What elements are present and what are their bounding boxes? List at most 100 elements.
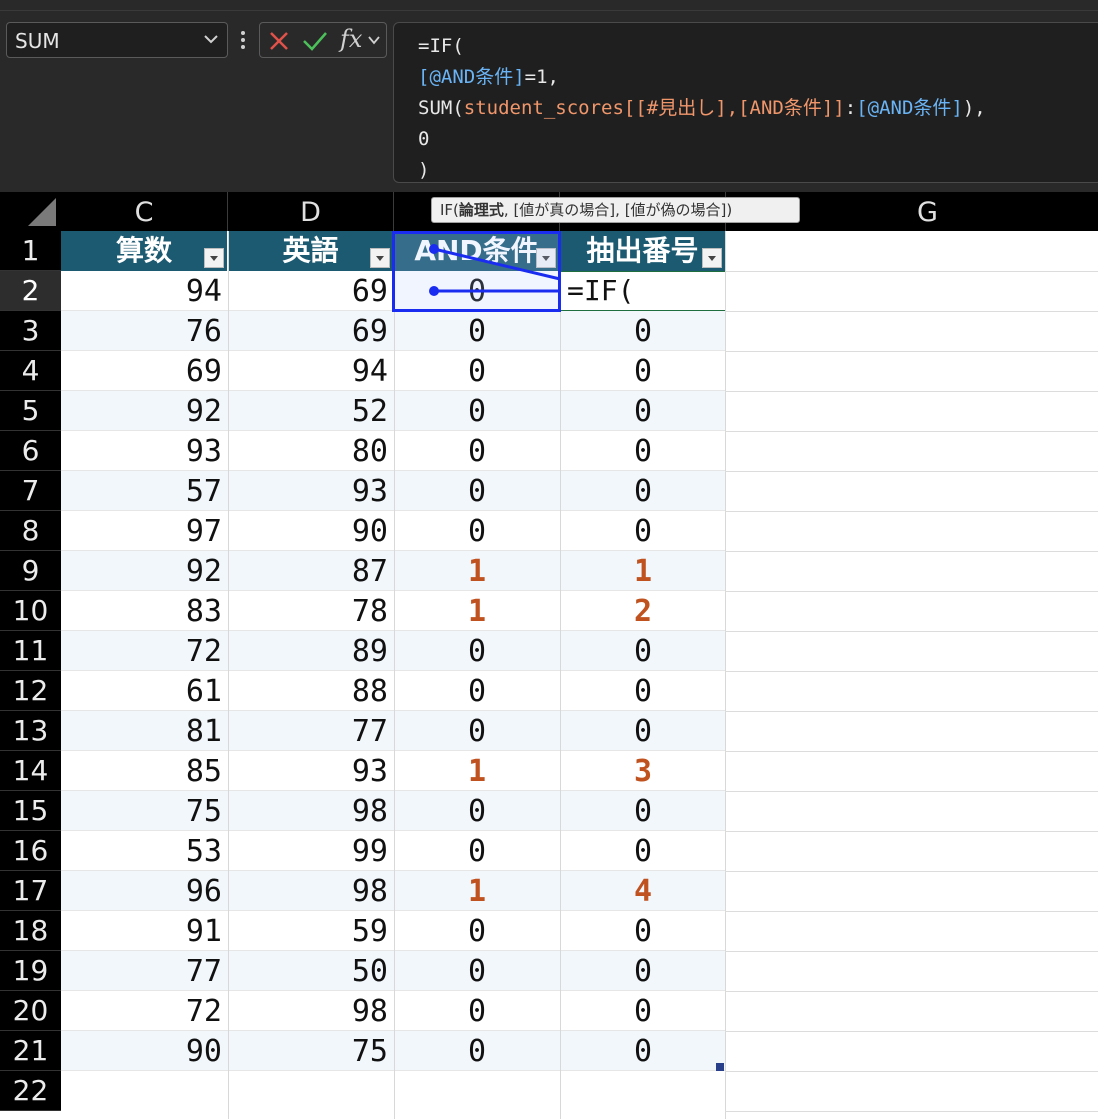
row-header[interactable]: 1 <box>0 231 61 271</box>
cell-extraction-number[interactable]: 0 <box>560 471 726 511</box>
cell-english[interactable]: 98 <box>228 991 394 1031</box>
row-header[interactable]: 16 <box>0 831 61 871</box>
cell-math[interactable]: 93 <box>61 431 228 471</box>
cell-extraction-number[interactable]: 0 <box>560 831 726 871</box>
cell-extraction-number[interactable]: 0 <box>560 911 726 951</box>
cell-and-condition[interactable]: 0 <box>394 511 560 551</box>
cell-and-condition[interactable]: 0 <box>394 991 560 1031</box>
cell-math[interactable]: 77 <box>61 951 228 991</box>
cell-and-condition[interactable]: 0 <box>394 911 560 951</box>
cell-english[interactable]: 89 <box>228 631 394 671</box>
cell-extraction-number[interactable]: 0 <box>560 431 726 471</box>
row-header[interactable]: 3 <box>0 311 61 351</box>
cell-and-condition[interactable]: 0 <box>394 831 560 871</box>
table-resize-handle[interactable] <box>716 1063 724 1071</box>
row-header[interactable]: 6 <box>0 431 61 471</box>
cell-math[interactable]: 85 <box>61 751 228 791</box>
cell-math[interactable]: 57 <box>61 471 228 511</box>
cell-and-condition[interactable]: 0 <box>394 351 560 391</box>
cell-english[interactable]: 98 <box>228 871 394 911</box>
cell-extraction-number[interactable]: 0 <box>560 711 726 751</box>
cell-and-condition[interactable]: 1 <box>394 591 560 631</box>
row-header[interactable]: 4 <box>0 351 61 391</box>
cell-english[interactable]: 77 <box>228 711 394 751</box>
cell-extraction-number[interactable]: 0 <box>560 351 726 391</box>
cell-math[interactable]: 72 <box>61 631 228 671</box>
table-header-english[interactable]: 英語 <box>228 231 394 271</box>
table-header-math[interactable]: 算数 <box>61 231 228 271</box>
cell-extraction-number[interactable]: 3 <box>560 751 726 791</box>
chevron-down-icon[interactable] <box>366 32 382 48</box>
select-all-corner[interactable] <box>0 192 61 231</box>
row-header[interactable]: 8 <box>0 511 61 551</box>
cancel-icon[interactable] <box>268 30 290 52</box>
cell-english[interactable]: 87 <box>228 551 394 591</box>
cell-extraction-number[interactable]: 0 <box>560 991 726 1031</box>
cell-and-condition[interactable]: 0 <box>394 951 560 991</box>
cell-english[interactable]: 50 <box>228 951 394 991</box>
cell-and-condition[interactable]: 0 <box>394 791 560 831</box>
active-cell-editor[interactable]: =IF( <box>560 271 726 311</box>
row-header[interactable]: 7 <box>0 471 61 511</box>
cell-math[interactable]: 61 <box>61 671 228 711</box>
row-header[interactable]: 18 <box>0 911 61 951</box>
name-box-value[interactable]: SUM <box>15 29 60 53</box>
row-header[interactable]: 22 <box>0 1071 61 1111</box>
cell-math[interactable]: 72 <box>61 991 228 1031</box>
cell-extraction-number[interactable]: 2 <box>560 591 726 631</box>
column-header-c[interactable]: C <box>61 192 228 231</box>
filter-dropdown-icon[interactable] <box>204 248 224 268</box>
cell-extraction-number[interactable]: 0 <box>560 951 726 991</box>
cell-extraction-number[interactable]: 0 <box>560 511 726 551</box>
cell-extraction-number[interactable]: 0 <box>560 791 726 831</box>
cell-english[interactable]: 75 <box>228 1031 394 1071</box>
cell-english[interactable]: 90 <box>228 511 394 551</box>
cell-and-condition[interactable]: 0 <box>394 471 560 511</box>
cell-english[interactable]: 80 <box>228 431 394 471</box>
row-header[interactable]: 17 <box>0 871 61 911</box>
row-header[interactable]: 15 <box>0 791 61 831</box>
filter-dropdown-icon[interactable] <box>370 248 390 268</box>
cell-english[interactable]: 69 <box>228 271 394 311</box>
enter-check-icon[interactable] <box>302 29 328 53</box>
cell-math[interactable]: 81 <box>61 711 228 751</box>
cell-extraction-number[interactable]: 0 <box>560 631 726 671</box>
more-options-icon[interactable] <box>236 28 250 52</box>
row-header[interactable]: 5 <box>0 391 61 431</box>
cell-math[interactable]: 69 <box>61 351 228 391</box>
cell-math[interactable]: 76 <box>61 311 228 351</box>
row-header[interactable]: 12 <box>0 671 61 711</box>
cell-english[interactable]: 93 <box>228 471 394 511</box>
cell-math[interactable]: 96 <box>61 871 228 911</box>
row-header[interactable]: 19 <box>0 951 61 991</box>
cell-english[interactable]: 94 <box>228 351 394 391</box>
cell-math[interactable]: 75 <box>61 791 228 831</box>
cell-and-condition[interactable]: 0 <box>394 671 560 711</box>
cell-and-condition[interactable]: 0 <box>394 631 560 671</box>
cell-extraction-number[interactable]: 0 <box>560 311 726 351</box>
cell-extraction-number[interactable]: 1 <box>560 551 726 591</box>
name-box[interactable]: SUM <box>6 22 228 58</box>
cell-math[interactable]: 92 <box>61 391 228 431</box>
formula-text[interactable]: =IF( [@AND条件]=1, SUM(student_scores[[#見出… <box>418 31 986 186</box>
cell-english[interactable]: 69 <box>228 311 394 351</box>
cell-and-condition[interactable]: 0 <box>394 431 560 471</box>
filter-dropdown-icon[interactable] <box>702 248 722 268</box>
cell-english[interactable]: 93 <box>228 751 394 791</box>
column-header-d[interactable]: D <box>228 192 394 231</box>
cell-extraction-number[interactable]: 0 <box>560 1031 726 1071</box>
table-header-extraction-number[interactable]: 抽出番号 <box>560 231 726 271</box>
cell-english[interactable]: 99 <box>228 831 394 871</box>
cell-extraction-number[interactable]: 4 <box>560 871 726 911</box>
cell-english[interactable]: 88 <box>228 671 394 711</box>
row-header[interactable]: 21 <box>0 1031 61 1071</box>
cell-and-condition[interactable]: 1 <box>394 551 560 591</box>
cell-and-condition[interactable]: 0 <box>394 1031 560 1071</box>
row-header[interactable]: 2 <box>0 271 61 311</box>
cell-math[interactable]: 90 <box>61 1031 228 1071</box>
cell-english[interactable]: 59 <box>228 911 394 951</box>
row-header[interactable]: 10 <box>0 591 61 631</box>
row-header[interactable]: 11 <box>0 631 61 671</box>
cell-math[interactable]: 53 <box>61 831 228 871</box>
cell-english[interactable]: 52 <box>228 391 394 431</box>
